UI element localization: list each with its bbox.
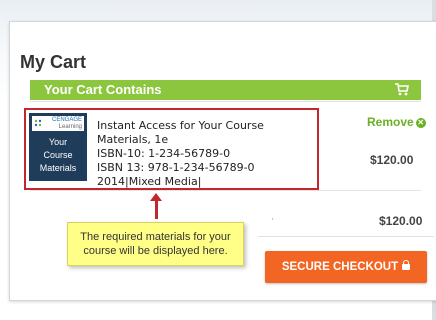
thumbnail-line2: Course <box>43 150 73 160</box>
thumbnail-line3: Materials <box>39 163 77 173</box>
product-item: CENGAGE Learning Your Course Materials I… <box>24 108 319 190</box>
secure-checkout-button[interactable]: SECURE CHECKOUT <box>265 251 427 283</box>
isbn-13: ISBN 13: 978-1-234-56789-0 <box>97 161 255 174</box>
product-details: Instant Access for Your Course Materials… <box>97 119 317 189</box>
thumbnail-line1: Your <box>48 137 68 147</box>
checkout-label: SECURE CHECKOUT <box>281 261 399 273</box>
isbn-10: ISBN-10: 1-234-56789-0 <box>97 147 231 160</box>
thumbnail-caption: Your Course Materials <box>29 136 87 175</box>
subtotal-marker: ' <box>272 217 274 226</box>
callout-note: The required materials for your course w… <box>67 222 244 266</box>
product-name: Instant Access for Your Course Materials… <box>97 119 264 146</box>
callout-line1: The required materials for your <box>80 231 231 243</box>
page-title: My Cart <box>20 52 87 72</box>
cart-icon <box>395 83 409 96</box>
product-thumbnail: CENGAGE Learning Your Course Materials <box>29 113 87 181</box>
lock-icon <box>402 260 411 270</box>
remove-label: Remove <box>367 115 414 129</box>
remove-icon: ✕ <box>415 118 426 128</box>
cart-header-label: Your Cart Contains <box>44 82 162 97</box>
divider <box>30 190 421 191</box>
summary-divider <box>258 236 434 237</box>
cart-header-bar: Your Cart Contains <box>30 80 421 100</box>
callout-line2: course will be displayed here. <box>83 245 228 257</box>
remove-button[interactable]: Remove ✕ <box>367 115 426 129</box>
cengage-logo: CENGAGE Learning <box>32 116 84 131</box>
edition-format: 2014|Mixed Media| <box>97 175 202 188</box>
item-price: $120.00 <box>370 153 414 167</box>
callout-pointer <box>155 199 158 219</box>
divider <box>30 101 421 102</box>
cart-total: $120.00 <box>379 214 423 228</box>
logo-mark-icon <box>34 119 42 127</box>
